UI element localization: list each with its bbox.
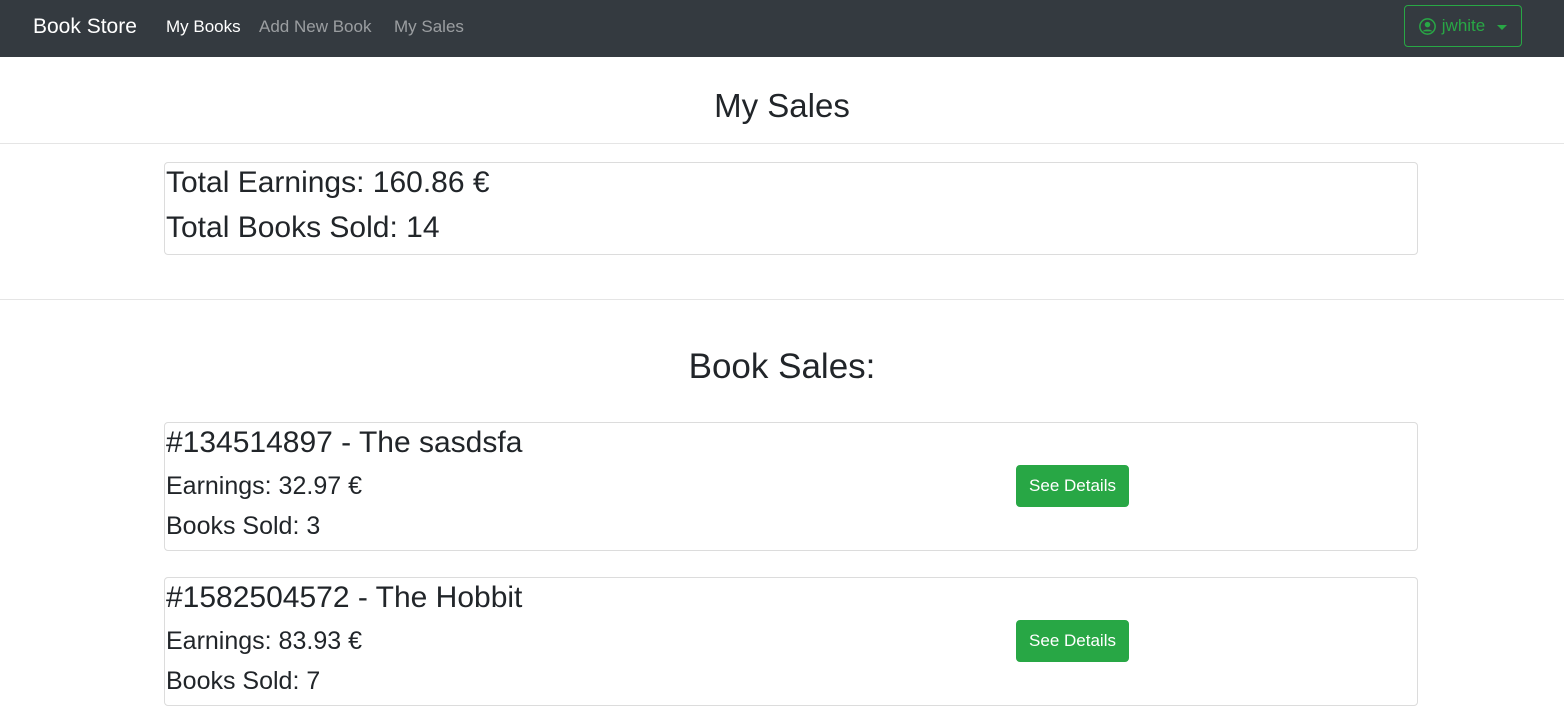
divider <box>0 299 1564 300</box>
divider <box>0 143 1564 144</box>
chevron-down-icon <box>1497 24 1508 30</box>
book-sale-card: #134514897 - The sasdsfa Earnings: 32.97… <box>164 422 1418 551</box>
page-title: My Sales <box>714 87 850 124</box>
sales-summary-card: Total Earnings: 160.86 € Total Books Sol… <box>164 162 1418 255</box>
book-sale-card: #1582504572 - The Hobbit Earnings: 83.93… <box>164 577 1418 706</box>
book-sale-title: #1582504572 - The Hobbit <box>166 581 523 614</box>
user-dropdown-button[interactable]: jwhite <box>1404 5 1522 47</box>
total-books-sold: Total Books Sold: 14 <box>166 211 440 244</box>
see-details-button[interactable]: See Details <box>1016 465 1129 507</box>
user-name-label: jwhite <box>1441 16 1486 35</box>
book-sale-earnings: Earnings: 83.93 € <box>166 627 362 655</box>
user-circle-icon <box>1418 17 1436 35</box>
book-sale-books-sold: Books Sold: 7 <box>166 667 321 695</box>
see-details-button[interactable]: See Details <box>1016 620 1129 662</box>
nav-my-sales[interactable]: My Sales <box>394 16 464 38</box>
nav-add-new-book[interactable]: Add New Book <box>259 16 371 38</box>
book-sale-books-sold: Books Sold: 3 <box>166 512 321 540</box>
nav-my-books[interactable]: My Books <box>166 16 241 38</box>
book-sale-earnings: Earnings: 32.97 € <box>166 472 362 500</box>
top-navbar: Book Store My Books Add New Book My Sale… <box>0 0 1564 57</box>
brand-link[interactable]: Book Store <box>33 13 137 41</box>
book-sales-heading: Book Sales: <box>688 347 876 386</box>
total-earnings: Total Earnings: 160.86 € <box>166 166 490 199</box>
book-sale-title: #134514897 - The sasdsfa <box>166 426 523 459</box>
